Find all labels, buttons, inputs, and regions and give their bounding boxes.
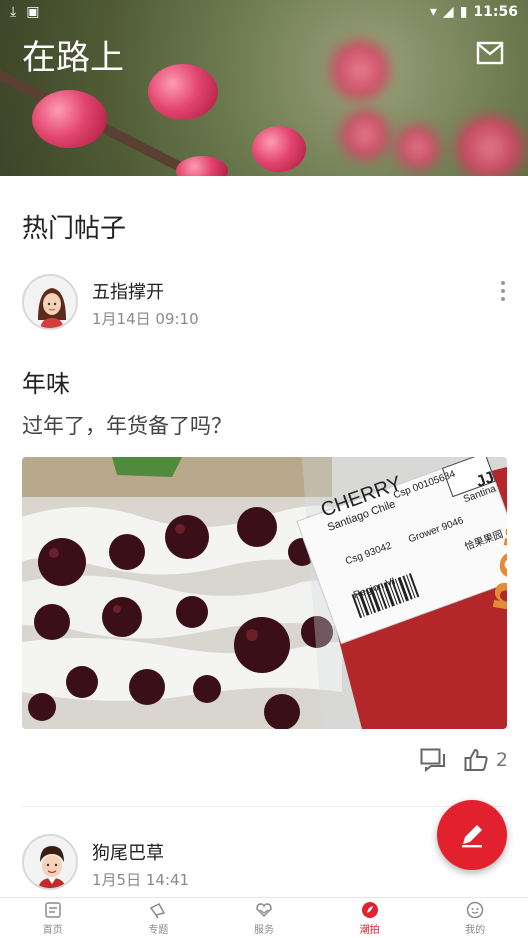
smile-icon [466, 901, 484, 918]
notification-icon: ▣ [26, 4, 40, 20]
download-icon: ⤓ [10, 4, 17, 20]
heart-hands-icon [256, 902, 272, 917]
home-icon [45, 901, 61, 918]
nav-label: 潮拍 [359, 924, 380, 936]
nav-label: 首页 [42, 924, 63, 936]
avatar[interactable] [22, 274, 78, 330]
post-date: 1月5日 14:41 [92, 871, 190, 889]
nav-item-topics[interactable]: 专题 [106, 898, 212, 938]
wifi-icon: ▾ [429, 4, 437, 20]
megaphone-icon [150, 902, 166, 918]
compose-button[interactable] [437, 800, 507, 870]
comment-icon[interactable] [420, 748, 446, 772]
more-options-icon[interactable] [500, 280, 506, 302]
post-photo[interactable]: CHERRY Santiago Chile Csp 00105634 Csg 9… [22, 457, 507, 729]
avatar[interactable] [22, 834, 78, 890]
post-body[interactable]: 过年了，年货备了吗？ [22, 410, 232, 440]
post-title[interactable]: 年味 [22, 364, 70, 399]
thumbs-up-icon[interactable] [464, 748, 488, 772]
post-date: 1月14日 09:10 [92, 310, 199, 328]
nav-label: 我的 [465, 924, 486, 936]
battery-icon: ▮ [459, 4, 468, 20]
signal-icon: ◢ [442, 4, 454, 20]
mail-icon[interactable] [476, 40, 504, 66]
nav-item-photos[interactable]: 潮拍 [317, 898, 423, 938]
status-bar: ⤓ ▣ ▾ ◢ ▮ 11:56 [0, 0, 528, 24]
nav-label: 专题 [148, 924, 169, 936]
nav-item-services[interactable]: 服务 [211, 898, 317, 938]
section-title: 热门帖子 [22, 214, 127, 244]
status-time: 11:56 [473, 4, 518, 20]
nav-item-home[interactable]: 首页 [0, 898, 106, 938]
page-title: 在路上 [22, 38, 124, 78]
header-banner: ⤓ ▣ ▾ ◢ ▮ 11:56 在路上 [0, 0, 528, 176]
bottom-navigation: 首页 专题 服务 潮拍 我的 [0, 897, 528, 938]
pencil-icon [462, 825, 482, 848]
post-author[interactable]: 五指撑开 [92, 278, 164, 304]
post-divider [22, 806, 506, 807]
nav-label: 服务 [253, 924, 274, 936]
nav-item-profile[interactable]: 我的 [422, 898, 528, 938]
compass-leaf-icon [361, 901, 378, 918]
like-count: 2 [495, 749, 508, 771]
post-author[interactable]: 狗尾巴草 [92, 839, 164, 865]
post-actions: 2 [420, 748, 508, 772]
